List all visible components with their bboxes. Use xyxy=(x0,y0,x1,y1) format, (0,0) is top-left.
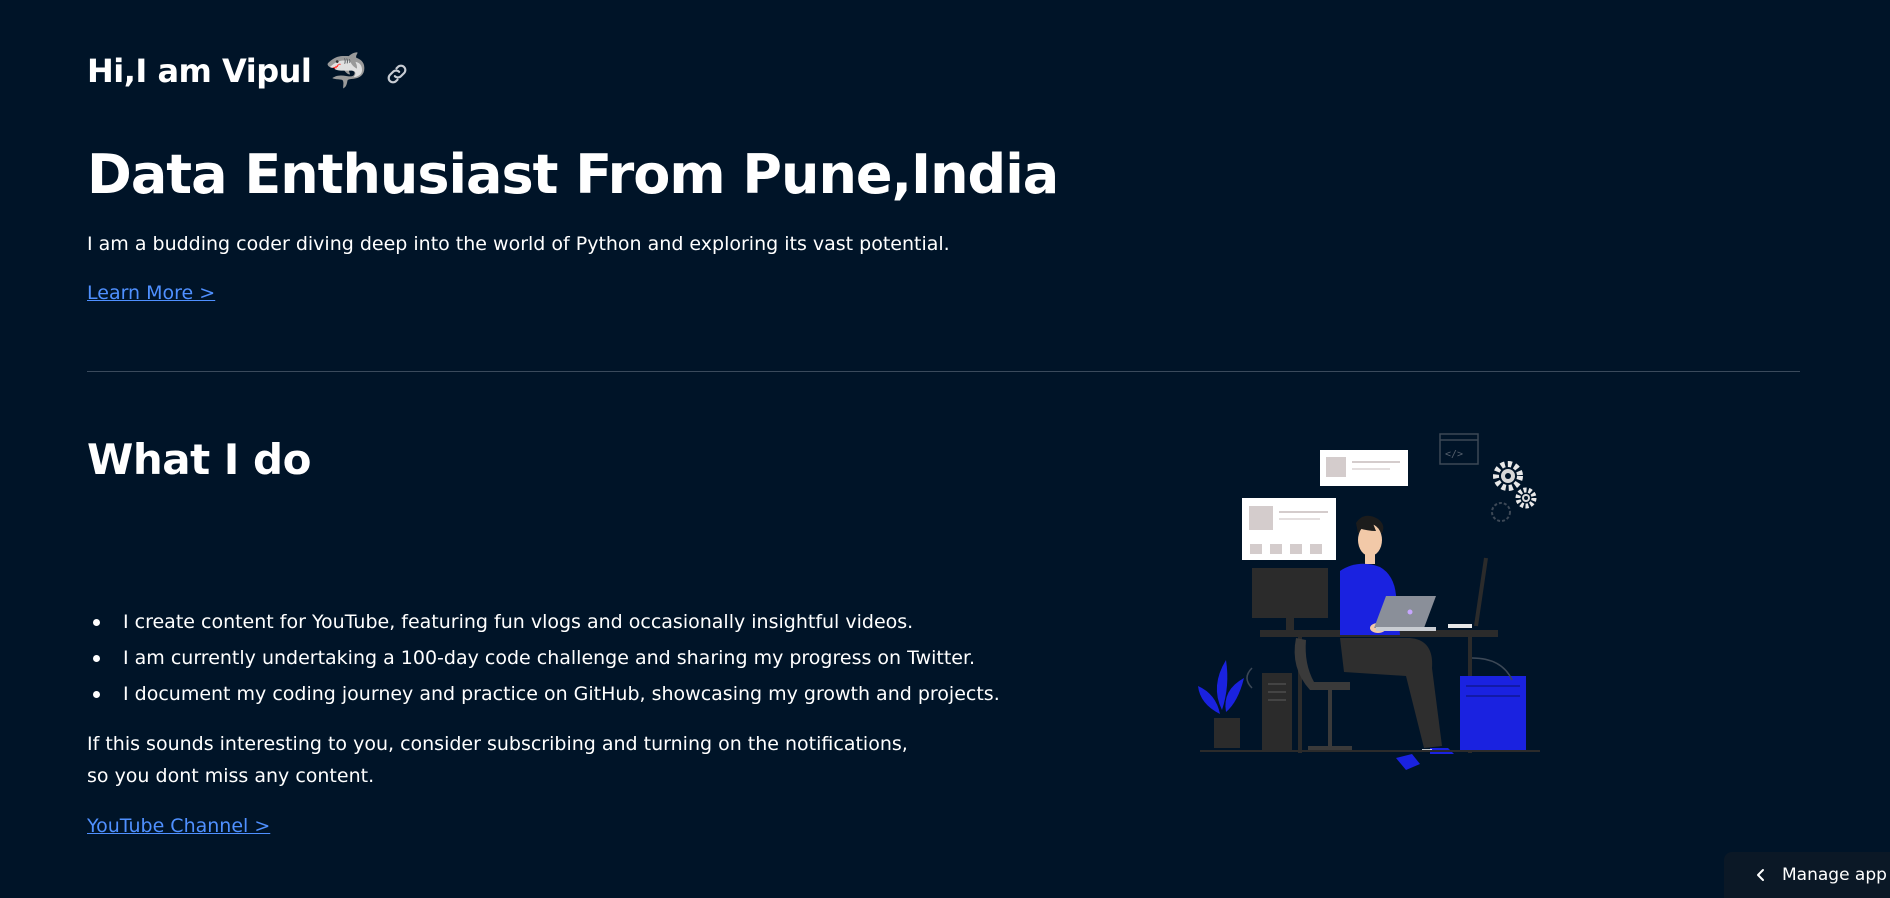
manage-app-label: Manage app xyxy=(1782,865,1887,885)
list-item: I create content for YouTube, featuring … xyxy=(87,604,1000,640)
activity-list: I create content for YouTube, featuring … xyxy=(87,604,1000,712)
svg-text:</>: </> xyxy=(1445,449,1463,460)
subscribe-text: If this sounds interesting to you, consi… xyxy=(87,733,908,787)
section-title: What I do xyxy=(87,435,311,484)
greeting-heading: Hi,I am Vipul xyxy=(87,52,312,90)
link-icon[interactable] xyxy=(384,61,410,87)
list-item: I document my coding journey and practic… xyxy=(87,676,1000,712)
chevron-left-icon xyxy=(1757,869,1764,881)
youtube-channel-link[interactable]: YouTube Channel > xyxy=(87,815,270,837)
manage-app-button[interactable]: Manage app xyxy=(1724,852,1890,898)
gear-icon xyxy=(1515,487,1537,509)
page: Hi,I am Vipul 🦈 Data Enthusiast From Pun… xyxy=(0,0,1890,898)
blue-cabinet xyxy=(1460,676,1526,750)
coder-illustration: </> xyxy=(1198,433,1540,770)
section-divider xyxy=(87,371,1800,372)
intro-text: I am a budding coder diving deep into th… xyxy=(87,233,950,255)
shark-emoji-icon: 🦈 xyxy=(325,51,368,91)
greeting-row: Hi,I am Vipul 🦈 xyxy=(87,52,410,90)
gear-icon xyxy=(1493,461,1523,491)
page-title: Data Enthusiast From Pune,India xyxy=(87,143,1059,206)
learn-more-link[interactable]: Learn More > xyxy=(87,282,215,304)
list-item: I am currently undertaking a 100-day cod… xyxy=(87,640,1000,676)
